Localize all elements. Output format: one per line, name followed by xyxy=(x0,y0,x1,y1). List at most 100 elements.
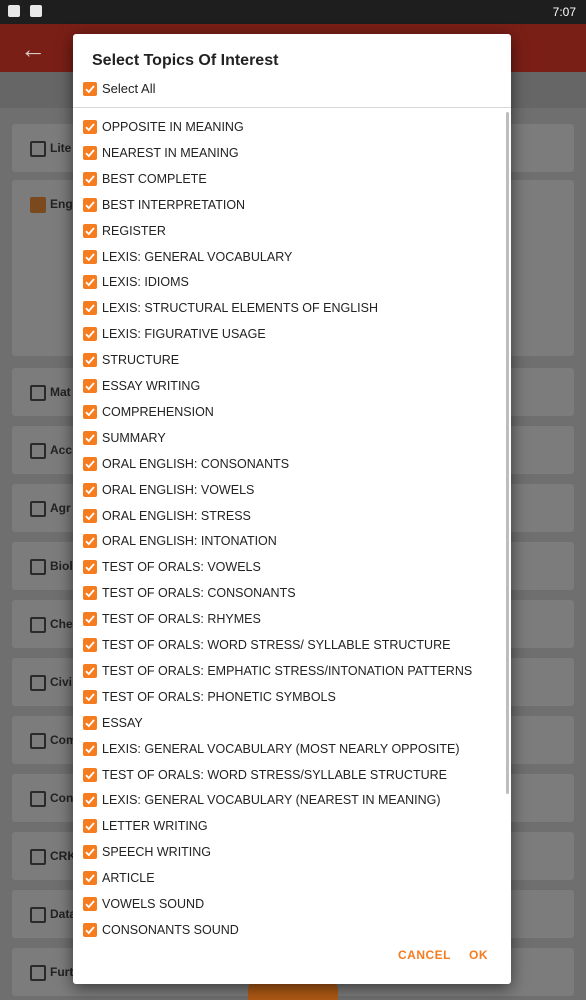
checkbox-checked-icon[interactable] xyxy=(83,689,97,704)
topic-checkbox-item[interactable]: TEST OF ORALS: EMPHATIC STRESS/INTONATIO… xyxy=(83,660,503,682)
topic-checkbox-item[interactable]: ORAL ENGLISH: STRESS xyxy=(83,505,503,527)
notification-icon xyxy=(8,5,20,17)
checkbox-icon xyxy=(30,791,46,807)
checkbox-checked-icon[interactable] xyxy=(83,120,97,134)
checkbox-checked-icon[interactable] xyxy=(83,301,97,316)
topic-list[interactable]: OPPOSITE IN MEANING NEAREST IN MEANING BES… xyxy=(73,108,511,940)
checkbox-checked-icon[interactable] xyxy=(83,430,97,445)
checkbox-checked-icon[interactable] xyxy=(83,586,97,601)
topic-checkbox-item[interactable]: LEXIS: STRUCTURAL ELEMENTS OF ENGLISH xyxy=(83,297,503,319)
ok-button[interactable]: OK xyxy=(469,948,488,962)
checkbox-icon xyxy=(30,849,46,865)
topic-checkbox-item[interactable]: TEST OF ORALS: CONSONANTS xyxy=(83,582,503,604)
topic-checkbox-item[interactable]: TEST OF ORALS: RHYMES xyxy=(83,608,503,630)
checkbox-checked-icon[interactable] xyxy=(83,171,97,186)
topic-checkbox-item[interactable]: LEXIS: GENERAL VOCABULARY xyxy=(83,246,503,268)
checkbox-icon xyxy=(30,617,46,633)
topic-label: ORAL ENGLISH: STRESS xyxy=(102,508,251,523)
checkbox-checked-icon[interactable] xyxy=(83,767,97,782)
checkbox-checked-icon[interactable] xyxy=(83,638,97,652)
topic-checkbox-item[interactable]: BEST COMPLETE xyxy=(83,168,503,190)
checkbox-checked-icon[interactable] xyxy=(83,871,97,886)
topic-checkbox-item[interactable]: ESSAY WRITING xyxy=(83,375,503,397)
topic-label: NEAREST IN MEANING xyxy=(102,145,239,160)
checkbox-checked-icon[interactable] xyxy=(83,534,97,549)
topic-checkbox-item[interactable]: STRUCTURE xyxy=(83,349,503,371)
topic-checkbox-item[interactable]: LEXIS: FIGURATIVE USAGE xyxy=(83,323,503,345)
checkbox-checked-icon[interactable] xyxy=(83,379,97,393)
checkbox-checked-icon[interactable] xyxy=(83,741,97,756)
scrollbar[interactable] xyxy=(506,112,509,794)
dialog-title: Select Topics Of Interest xyxy=(92,52,279,69)
topic-checkbox-item[interactable]: LEXIS: GENERAL VOCABULARY (MOST NEARLY O… xyxy=(83,738,503,760)
topic-checkbox-item[interactable]: TEST OF ORALS: WORD STRESS/ SYLLABLE STR… xyxy=(83,634,503,656)
checkbox-checked-icon[interactable] xyxy=(83,145,97,160)
checkbox-icon xyxy=(30,141,46,157)
checkbox-checked-icon[interactable] xyxy=(83,456,97,471)
topic-checkbox-item[interactable]: ORAL ENGLISH: CONSONANTS xyxy=(83,453,503,475)
checkbox-checked-icon[interactable] xyxy=(83,845,97,860)
cancel-button[interactable]: CANCEL xyxy=(398,948,451,962)
topic-label: TEST OF ORALS: VOWELS xyxy=(102,560,261,575)
topic-label: LEXIS: GENERAL VOCABULARY xyxy=(102,249,293,264)
topic-checkbox-item[interactable]: ARTICLE xyxy=(83,867,503,889)
topic-label: TEST OF ORALS: WORD STRESS/ SYLLABLE STR… xyxy=(102,638,451,652)
topic-label: ARTICLE xyxy=(102,871,155,886)
checkbox-icon xyxy=(30,443,46,459)
topic-label: SPEECH WRITING xyxy=(102,845,212,860)
topic-checkbox-item[interactable]: TEST OF ORALS: VOWELS xyxy=(83,556,503,578)
topic-label: BEST INTERPRETATION xyxy=(102,197,246,212)
topic-label: ORAL ENGLISH: VOWELS xyxy=(102,482,255,497)
checkbox-checked-icon[interactable] xyxy=(83,715,97,730)
topic-checkbox-item[interactable]: TEST OF ORALS: PHONETIC SYMBOLS xyxy=(83,686,503,708)
checkbox-checked-icon[interactable] xyxy=(83,897,97,911)
checkbox-checked-icon xyxy=(30,197,46,213)
topic-checkbox-item[interactable]: REGISTER xyxy=(83,220,503,242)
checkbox-checked-icon[interactable] xyxy=(83,663,97,678)
topic-checkbox-item[interactable]: SPEECH WRITING xyxy=(83,841,503,863)
topic-checkbox-item[interactable]: VOWELS SOUND xyxy=(83,893,503,915)
topic-label: BEST COMPLETE xyxy=(102,171,207,186)
topic-checkbox-item[interactable]: LEXIS: IDIOMS xyxy=(83,271,503,293)
topic-label: ORAL ENGLISH: INTONATION xyxy=(102,534,277,549)
checkbox-checked-icon[interactable] xyxy=(83,197,97,212)
checkbox-checked-icon[interactable] xyxy=(83,223,97,238)
topic-label: TEST OF ORALS: CONSONANTS xyxy=(102,586,296,601)
checkbox-checked-icon[interactable] xyxy=(83,327,97,342)
back-arrow-icon[interactable]: ← xyxy=(20,34,46,65)
status-bar: 7:07 xyxy=(0,0,586,24)
topic-label: ESSAY xyxy=(102,715,143,730)
topic-checkbox-item[interactable]: SUMMARY xyxy=(83,427,503,449)
checkbox-checked-icon[interactable] xyxy=(83,404,97,419)
topic-label: COMPREHENSION xyxy=(102,404,214,419)
topic-label: VOWELS SOUND xyxy=(102,897,205,911)
topic-checkbox-item[interactable]: ORAL ENGLISH: INTONATION xyxy=(83,530,503,552)
checkbox-checked-icon[interactable] xyxy=(83,793,97,808)
topic-label: TEST OF ORALS: PHONETIC SYMBOLS xyxy=(102,689,336,704)
topic-label: LEXIS: FIGURATIVE USAGE xyxy=(102,327,266,342)
app-notification-icon xyxy=(30,5,42,17)
topic-checkbox-item[interactable]: BEST INTERPRETATION xyxy=(83,194,503,216)
topic-checkbox-item[interactable]: LETTER WRITING xyxy=(83,815,503,837)
checkbox-icon xyxy=(30,907,46,923)
topic-checkbox-item[interactable]: TEST OF ORALS: WORD STRESS/SYLLABLE STRU… xyxy=(83,764,503,786)
checkbox-icon xyxy=(30,675,46,691)
checkbox-icon xyxy=(30,559,46,575)
topic-checkbox-item[interactable]: OPPOSITE IN MEANING xyxy=(83,116,503,138)
checkbox-checked-icon[interactable] xyxy=(83,482,97,497)
topic-checkbox-item[interactable]: COMPREHENSION xyxy=(83,401,503,423)
checkbox-checked-icon[interactable] xyxy=(83,82,97,96)
checkbox-icon xyxy=(30,733,46,749)
checkbox-checked-icon[interactable] xyxy=(83,249,97,264)
checkbox-checked-icon[interactable] xyxy=(83,819,97,834)
checkbox-checked-icon[interactable] xyxy=(83,275,97,290)
checkbox-checked-icon[interactable] xyxy=(83,560,97,575)
checkbox-checked-icon[interactable] xyxy=(83,612,97,627)
checkbox-checked-icon[interactable] xyxy=(83,353,97,368)
topic-checkbox-item[interactable]: LEXIS: GENERAL VOCABULARY (NEAREST IN ME… xyxy=(83,789,503,811)
topic-checkbox-item[interactable]: ESSAY xyxy=(83,712,503,734)
topic-checkbox-item[interactable]: ORAL ENGLISH: VOWELS xyxy=(83,479,503,501)
topic-checkbox-item[interactable]: NEAREST IN MEANING xyxy=(83,142,503,164)
checkbox-checked-icon[interactable] xyxy=(83,508,97,523)
select-topics-dialog: Select Topics Of Interest Select All OPP… xyxy=(73,34,511,984)
